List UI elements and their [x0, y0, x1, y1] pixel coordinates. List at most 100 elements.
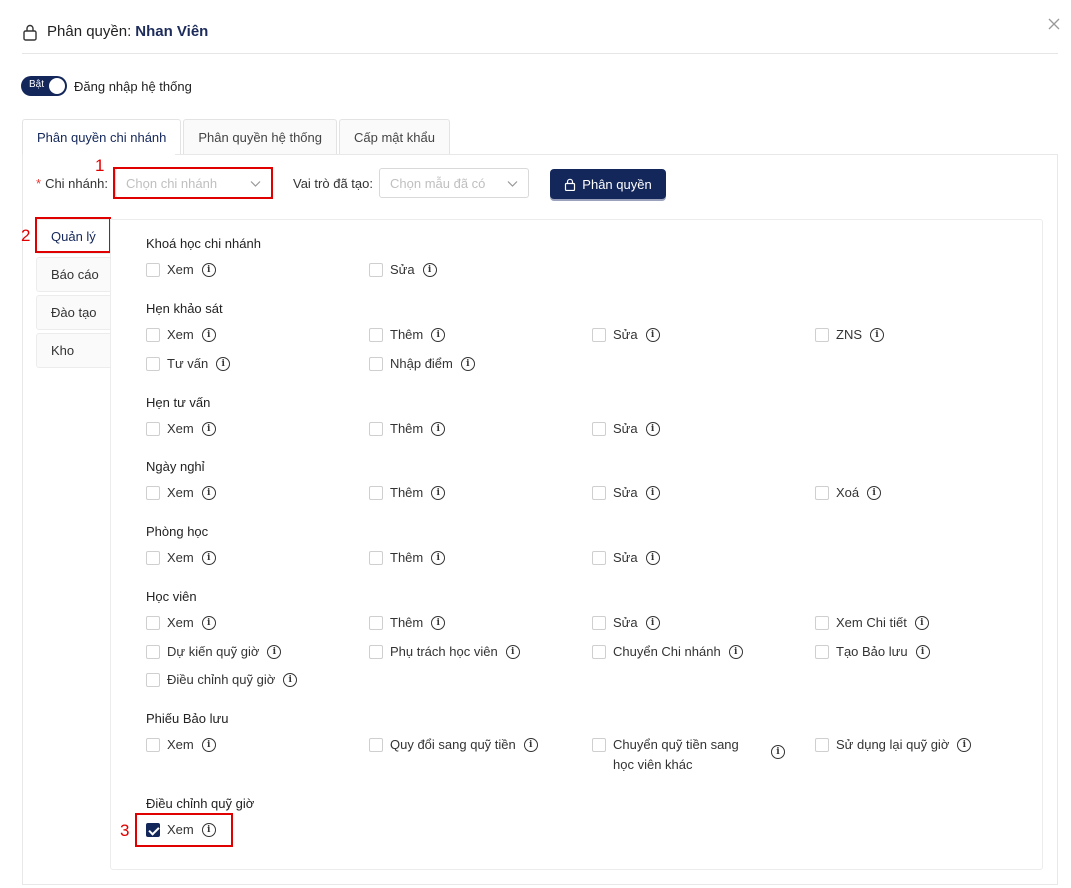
permission-xem[interactable]: Xem i: [146, 327, 216, 342]
sidebar-item-report[interactable]: Báo cáo: [36, 257, 111, 292]
checkbox[interactable]: [369, 263, 383, 277]
checkbox[interactable]: [146, 328, 160, 342]
info-icon[interactable]: i: [870, 328, 884, 342]
permission-sua[interactable]: Sửa i: [369, 262, 437, 277]
permission-phu-trach-hoc-vien[interactable]: Phụ trách học viên i: [369, 644, 520, 659]
close-icon[interactable]: [1045, 15, 1063, 33]
checkbox[interactable]: [146, 673, 160, 687]
info-icon[interactable]: i: [201, 486, 216, 500]
sidebar-item-training[interactable]: Đào tạo: [36, 295, 111, 330]
checkbox[interactable]: [146, 486, 160, 500]
info-icon[interactable]: i: [771, 745, 785, 759]
checkbox[interactable]: [146, 738, 160, 752]
checkbox[interactable]: [592, 616, 606, 630]
info-icon[interactable]: i: [645, 422, 660, 436]
info-icon[interactable]: i: [283, 673, 298, 687]
permission-xem-chi-tiet[interactable]: Xem Chi tiết i: [815, 615, 929, 630]
permission-xem[interactable]: Xem i: [146, 737, 216, 752]
info-icon[interactable]: i: [431, 422, 446, 436]
permission-su-dung-lai-quy-gio[interactable]: Sử dụng lại quỹ giờ i: [815, 737, 972, 752]
checkbox[interactable]: [146, 263, 160, 277]
checkbox[interactable]: [815, 645, 829, 659]
permission-chuyen-chi-nhanh[interactable]: Chuyển Chi nhánh i: [592, 644, 743, 659]
permission-them[interactable]: Thêm i: [369, 550, 446, 565]
info-icon[interactable]: i: [728, 645, 743, 659]
checkbox[interactable]: [369, 486, 383, 500]
permission-them[interactable]: Thêm i: [369, 615, 446, 630]
info-icon[interactable]: i: [431, 486, 446, 500]
checkbox[interactable]: [815, 616, 829, 630]
info-icon[interactable]: i: [201, 551, 216, 565]
info-icon[interactable]: i: [201, 422, 216, 436]
checkbox[interactable]: [592, 328, 606, 342]
checkbox[interactable]: [146, 422, 160, 436]
permission-nhap-diem[interactable]: Nhập điểm i: [369, 356, 475, 371]
checkbox[interactable]: [592, 422, 606, 436]
permission-sua[interactable]: Sửa i: [592, 327, 660, 342]
info-icon[interactable]: i: [201, 738, 216, 752]
permission-them[interactable]: Thêm i: [369, 327, 446, 342]
permission-tu-van[interactable]: Tư vấn i: [146, 356, 231, 371]
tab-branch-permission[interactable]: Phân quyền chi nhánh: [22, 119, 182, 155]
info-icon[interactable]: i: [460, 357, 475, 371]
info-icon[interactable]: i: [201, 616, 216, 630]
info-icon[interactable]: i: [867, 486, 882, 500]
login-toggle[interactable]: Bật: [21, 76, 67, 96]
info-icon[interactable]: i: [505, 645, 520, 659]
permission-tao-bao-luu[interactable]: Tạo Bảo lưu i: [815, 644, 930, 659]
permission-xem[interactable]: Xem i: [146, 822, 216, 837]
checkbox[interactable]: [146, 357, 160, 371]
permission-chuyen-quy-tien-sang-hoc-vien-khac[interactable]: Chuyển quỹ tiền sang học viên khác i: [592, 737, 785, 775]
info-icon[interactable]: i: [216, 357, 231, 371]
info-icon[interactable]: i: [201, 823, 216, 837]
checkbox[interactable]: [592, 738, 606, 752]
checkbox[interactable]: [592, 486, 606, 500]
permission-zns[interactable]: ZNS i: [815, 327, 884, 342]
permission-them[interactable]: Thêm i: [369, 421, 446, 436]
info-icon[interactable]: i: [431, 551, 446, 565]
checkbox[interactable]: [146, 616, 160, 630]
info-icon[interactable]: i: [915, 645, 930, 659]
permission-sua[interactable]: Sửa i: [592, 421, 660, 436]
checkbox[interactable]: [369, 328, 383, 342]
permission-xem[interactable]: Xem i: [146, 485, 216, 500]
checkbox[interactable]: [369, 422, 383, 436]
checkbox[interactable]: [146, 551, 160, 565]
assign-permission-button[interactable]: Phân quyền: [550, 169, 666, 199]
info-icon[interactable]: i: [645, 328, 660, 342]
permission-sua[interactable]: Sửa i: [592, 550, 660, 565]
permission-xem[interactable]: Xem i: [146, 262, 216, 277]
info-icon[interactable]: i: [431, 616, 446, 630]
checkbox[interactable]: [369, 738, 383, 752]
sidebar-item-warehouse[interactable]: Kho: [36, 333, 111, 368]
checkbox[interactable]: [815, 738, 829, 752]
info-icon[interactable]: i: [523, 738, 538, 752]
permission-xoa[interactable]: Xoá i: [815, 485, 882, 500]
checkbox[interactable]: [592, 645, 606, 659]
checkbox[interactable]: [146, 823, 160, 837]
info-icon[interactable]: i: [645, 486, 660, 500]
role-select[interactable]: Chọn mẫu đã có: [379, 168, 529, 198]
checkbox[interactable]: [369, 645, 383, 659]
permission-xem[interactable]: Xem i: [146, 421, 216, 436]
info-icon[interactable]: i: [645, 551, 660, 565]
tab-system-permission[interactable]: Phân quyền hệ thống: [183, 119, 337, 155]
checkbox[interactable]: [369, 551, 383, 565]
checkbox[interactable]: [369, 357, 383, 371]
checkbox[interactable]: [592, 551, 606, 565]
info-icon[interactable]: i: [267, 645, 282, 659]
info-icon[interactable]: i: [201, 263, 216, 277]
info-icon[interactable]: i: [957, 738, 972, 752]
permission-du-kien-quy-gio[interactable]: Dự kiến quỹ giờ i: [146, 644, 282, 659]
checkbox[interactable]: [815, 328, 829, 342]
checkbox[interactable]: [369, 616, 383, 630]
permission-quy-doi-sang-quy-tien[interactable]: Quy đổi sang quỹ tiền i: [369, 737, 538, 752]
info-icon[interactable]: i: [422, 263, 437, 277]
checkbox[interactable]: [815, 486, 829, 500]
permission-them[interactable]: Thêm i: [369, 485, 446, 500]
tab-password[interactable]: Cấp mật khẩu: [339, 119, 450, 155]
permission-xem[interactable]: Xem i: [146, 615, 216, 630]
permission-sua[interactable]: Sửa i: [592, 485, 660, 500]
permission-xem[interactable]: Xem i: [146, 550, 216, 565]
info-icon[interactable]: i: [431, 328, 446, 342]
